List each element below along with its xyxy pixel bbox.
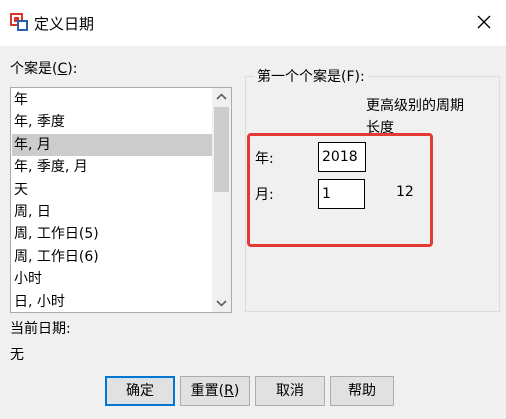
reset-button[interactable]: 重置(R) — [180, 376, 250, 406]
month-period-value: 12 — [396, 184, 414, 200]
year-label: 年: — [255, 151, 274, 167]
title-bar: 定义日期 — [0, 0, 506, 46]
first-case-group-title: 第一个个案是(F): — [254, 66, 368, 86]
list-item[interactable]: 日, 小时 — [12, 291, 212, 312]
scroll-up-icon[interactable] — [212, 88, 231, 106]
month-label: 月: — [255, 187, 274, 203]
help-button[interactable]: 帮助 — [330, 376, 394, 406]
cases-label: 个案是(C): — [10, 61, 78, 77]
close-icon[interactable] — [470, 8, 498, 36]
list-item[interactable]: 周, 工作日(5) — [12, 223, 212, 245]
scroll-thumb[interactable] — [214, 107, 229, 192]
listbox-scrollbar[interactable] — [212, 88, 231, 312]
year-input[interactable] — [318, 142, 366, 172]
dialog-title: 定义日期 — [34, 15, 95, 33]
ok-button[interactable]: 确定 — [105, 376, 175, 406]
list-item[interactable]: 年, 月 — [12, 133, 212, 156]
higher-period-header: 更高级别的周期 长度 — [366, 98, 464, 136]
list-item[interactable]: 周, 日 — [12, 201, 212, 223]
list-item[interactable]: 天 — [12, 179, 212, 201]
list-item[interactable]: 年, 季度, 月 — [12, 156, 212, 178]
current-date-value: 无 — [10, 347, 24, 363]
cancel-button[interactable]: 取消 — [255, 376, 325, 406]
list-item[interactable]: 年, 季度 — [12, 111, 212, 133]
month-input[interactable] — [318, 179, 365, 209]
scroll-down-icon[interactable] — [212, 294, 231, 312]
list-item[interactable]: 周, 工作日(6) — [12, 246, 212, 268]
cases-listbox[interactable]: 年年, 季度 年, 月年, 季度, 月天周, 日周, 工作日(5) 周, 工作日(6… — [10, 87, 232, 313]
list-item[interactable]: 小时 — [12, 268, 212, 290]
list-item[interactable]: 年 — [12, 89, 212, 111]
app-icon — [10, 13, 28, 31]
current-date-label: 当前日期: — [10, 321, 71, 337]
